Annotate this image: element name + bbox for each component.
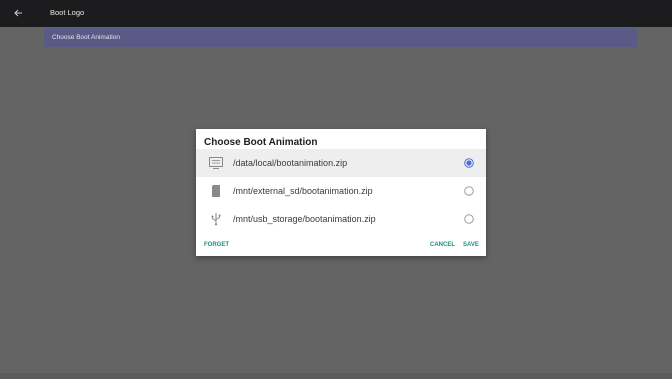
dialog-title: Choose Boot Animation [204, 137, 318, 148]
app-bar-title: Boot Logo [50, 8, 85, 17]
sd-card-icon [212, 185, 220, 197]
arrow-back-icon[interactable] [13, 8, 23, 18]
radio-unselected-icon[interactable] [464, 214, 474, 224]
option-label: /data/local/bootanimation.zip [233, 158, 348, 168]
radio-selected-icon[interactable] [464, 158, 474, 168]
screen: Boot Logo Choose Boot Animation Choose B… [0, 0, 672, 379]
option-data-local[interactable]: /data/local/bootanimation.zip [196, 149, 486, 177]
save-button[interactable]: SAVE [463, 241, 479, 249]
radio-unselected-icon[interactable] [464, 186, 474, 196]
app-bar: Boot Logo [0, 0, 672, 27]
option-label: /mnt/external_sd/bootanimation.zip [233, 186, 373, 196]
storage-drive-icon [209, 157, 223, 169]
preference-label: Choose Boot Animation [52, 34, 120, 41]
choose-boot-animation-dialog: Choose Boot Animation /data/local/bootan… [196, 129, 486, 256]
option-external-sd[interactable]: /mnt/external_sd/bootanimation.zip [196, 177, 486, 205]
preference-item-choose-boot-animation[interactable]: Choose Boot Animation [44, 28, 637, 47]
usb-icon [211, 213, 221, 226]
forget-button[interactable]: FORGET [204, 241, 229, 249]
cancel-button[interactable]: CANCEL [430, 241, 455, 249]
option-label: /mnt/usb_storage/bootanimation.zip [233, 214, 376, 224]
option-usb-storage[interactable]: /mnt/usb_storage/bootanimation.zip [196, 205, 486, 233]
bottom-edge [0, 373, 672, 379]
